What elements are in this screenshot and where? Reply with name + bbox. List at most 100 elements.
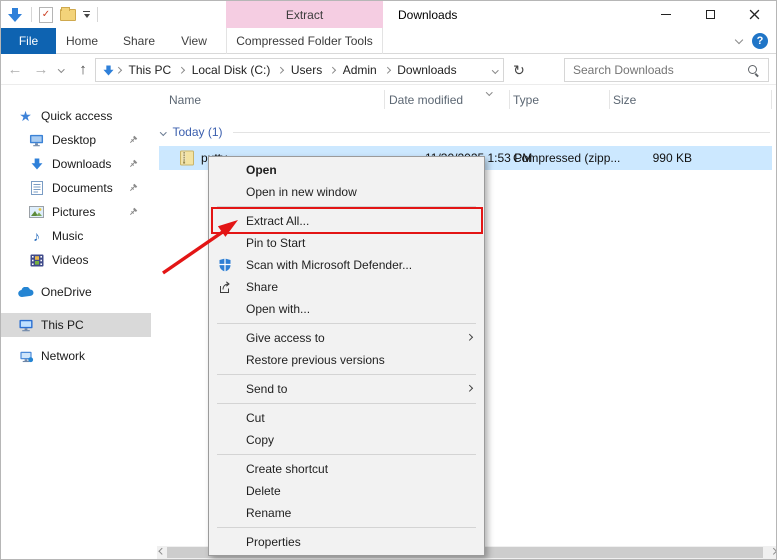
tab-home[interactable]: Home (57, 28, 107, 54)
file-type: Compressed (zipp... (513, 146, 620, 170)
menu-item-send-to[interactable]: Send to (209, 378, 484, 400)
film-icon (28, 254, 45, 267)
sidebar-item-quick-access[interactable]: ★ Quick access (1, 104, 151, 128)
column-date-modified[interactable]: Date modified (389, 86, 463, 113)
new-folder-icon[interactable] (60, 9, 76, 21)
address-dropdown-chevron-icon[interactable] (492, 67, 498, 73)
quick-access-star-icon: ★ (17, 108, 34, 125)
tab-share[interactable]: Share (113, 28, 165, 54)
menu-item-rename[interactable]: Rename (209, 502, 484, 524)
breadcrumb-downloads[interactable]: Downloads (390, 63, 463, 77)
group-header-today[interactable]: Today (1) (161, 122, 770, 142)
menu-item-open-with[interactable]: Open with... (209, 298, 484, 320)
submenu-chevron-icon (466, 385, 472, 391)
contextual-tab-header: Extract (226, 1, 383, 28)
refresh-icon[interactable]: ↻ (508, 58, 530, 82)
address-row: ← → ↑ This PC Local Disk (C:) Users Admi… (1, 54, 776, 85)
ribbon-tab-row: File Home Share View Compressed Folder T… (1, 28, 776, 54)
breadcrumb-this-pc[interactable]: This PC (122, 63, 179, 77)
quick-access-toolbar: ✓ (6, 1, 98, 28)
pin-icon (128, 134, 138, 148)
group-collapse-chevron-icon[interactable] (160, 129, 166, 135)
submenu-chevron-icon (466, 334, 472, 340)
ribbon-collapse-chevron-icon[interactable] (735, 36, 743, 44)
picture-icon (28, 206, 45, 218)
column-type[interactable]: Type (513, 86, 539, 113)
document-icon (28, 181, 45, 195)
toolbar-divider (97, 7, 98, 22)
menu-separator (217, 374, 476, 375)
forward-icon[interactable]: → (31, 54, 51, 85)
menu-item-copy[interactable]: Copy (209, 429, 484, 451)
breadcrumb-admin[interactable]: Admin (336, 63, 384, 77)
sidebar-item-pictures[interactable]: Pictures (1, 200, 151, 224)
close-button[interactable] (732, 1, 776, 28)
breadcrumb-chevron-icon (384, 67, 390, 73)
column-size[interactable]: Size (613, 86, 636, 113)
group-divider-line (233, 132, 770, 133)
back-icon[interactable]: ← (5, 54, 25, 85)
tab-compressed-folder-tools[interactable]: Compressed Folder Tools (226, 28, 383, 54)
scroll-left-icon[interactable] (159, 548, 165, 554)
up-icon[interactable]: ↑ (73, 54, 93, 85)
column-name[interactable]: Name (169, 86, 201, 113)
address-bar[interactable]: This PC Local Disk (C:) Users Admin Down… (95, 58, 504, 82)
onedrive-cloud-icon (17, 287, 34, 298)
customize-toolbar-caret-icon[interactable] (83, 11, 90, 18)
menu-separator (217, 527, 476, 528)
column-header-row: Name Date modified Type Size (157, 86, 777, 113)
location-downloads-icon (102, 64, 115, 77)
breadcrumb-chevron-icon (277, 67, 283, 73)
sidebar-item-desktop[interactable]: Desktop (1, 128, 151, 152)
explorer-window: ✓ Extract Downloads File Home Share View… (0, 0, 777, 560)
downloads-arrow-icon (28, 157, 45, 171)
sidebar-item-network[interactable]: Network (1, 344, 151, 368)
navigation-pane: ★ Quick access Desktop Downloads (1, 86, 156, 559)
tab-view[interactable]: View (169, 28, 219, 54)
recent-locations-chevron-icon[interactable] (58, 66, 64, 72)
window-title: Downloads (398, 1, 457, 28)
network-icon (17, 349, 34, 363)
pin-icon (128, 206, 138, 220)
menu-item-properties[interactable]: Properties (209, 531, 484, 553)
menu-item-restore-previous-versions[interactable]: Restore previous versions (209, 349, 484, 371)
maximize-button[interactable] (688, 1, 732, 28)
window-controls (644, 1, 776, 28)
menu-item-open[interactable]: Open (209, 159, 484, 181)
breadcrumb-users[interactable]: Users (284, 63, 329, 77)
search-box (564, 58, 769, 82)
sidebar-item-this-pc[interactable]: This PC (1, 313, 151, 337)
column-divider[interactable] (509, 90, 510, 109)
menu-item-give-access-to[interactable]: Give access to (209, 327, 484, 349)
downloads-folder-icon[interactable] (6, 6, 24, 24)
sidebar-item-videos[interactable]: Videos (1, 248, 151, 272)
column-divider[interactable] (771, 90, 772, 109)
scroll-right-icon[interactable] (770, 548, 776, 554)
search-icon[interactable] (747, 64, 760, 77)
column-divider[interactable] (384, 90, 385, 109)
column-divider[interactable] (609, 90, 610, 109)
search-input[interactable] (573, 63, 747, 77)
tab-file[interactable]: File (1, 28, 56, 54)
properties-check-icon[interactable]: ✓ (39, 7, 53, 23)
annotation-arrow (149, 197, 264, 289)
sidebar-item-downloads[interactable]: Downloads (1, 152, 151, 176)
sort-chevron-icon[interactable] (486, 89, 492, 95)
breadcrumb-local-disk-c[interactable]: Local Disk (C:) (185, 63, 278, 77)
menu-separator (217, 454, 476, 455)
menu-separator (217, 403, 476, 404)
breadcrumb-chevron-icon (178, 67, 184, 73)
sidebar-item-onedrive[interactable]: OneDrive (1, 280, 151, 304)
sidebar-item-music[interactable]: ♪ Music (1, 224, 151, 248)
pin-icon (128, 158, 138, 172)
help-icon[interactable]: ? (752, 33, 768, 49)
computer-icon (17, 318, 34, 332)
menu-item-delete[interactable]: Delete (209, 480, 484, 502)
minimize-button[interactable] (644, 1, 688, 28)
pin-icon (128, 182, 138, 196)
file-size: 990 KB (609, 146, 692, 170)
zip-file-icon (179, 146, 195, 170)
sidebar-item-documents[interactable]: Documents (1, 176, 151, 200)
menu-item-cut[interactable]: Cut (209, 407, 484, 429)
menu-item-create-shortcut[interactable]: Create shortcut (209, 458, 484, 480)
